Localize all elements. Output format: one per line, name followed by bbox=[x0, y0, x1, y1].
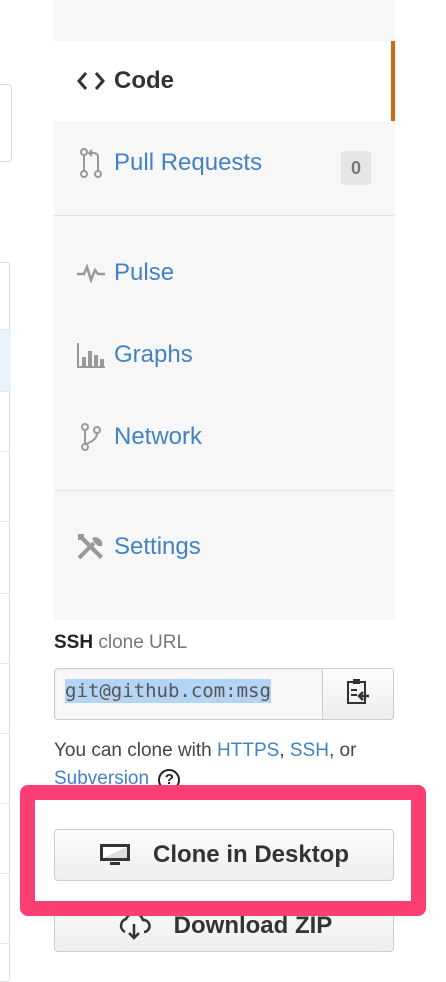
clone-url-title: SSH clone URL bbox=[54, 632, 187, 654]
sidebar-item-label: Code bbox=[114, 67, 174, 94]
list-row bbox=[0, 943, 11, 944]
sidebar-item-pull-requests[interactable]: Pull Requests 0 bbox=[54, 123, 395, 203]
main-content-edge bbox=[0, 0, 14, 982]
clone-protocol: SSH bbox=[54, 632, 94, 653]
repo-sidebar-nav: Code Pull Requests 0 Pulse Graphs Networ… bbox=[54, 0, 395, 620]
sidebar-item-label: Settings bbox=[114, 533, 201, 560]
clone-in-desktop-button[interactable]: Clone in Desktop bbox=[54, 829, 394, 881]
sidebar-item-graphs[interactable]: Graphs bbox=[54, 315, 395, 395]
list-row bbox=[0, 329, 11, 391]
list-row bbox=[0, 521, 11, 522]
sidebar-item-network[interactable]: Network bbox=[54, 397, 395, 477]
sidebar-divider bbox=[54, 215, 395, 216]
clipboard-icon bbox=[345, 678, 371, 711]
code-icon bbox=[76, 66, 106, 96]
tools-icon bbox=[76, 532, 106, 562]
clone-url-value: git@github.com:msg bbox=[65, 679, 271, 703]
pull-request-counter: 0 bbox=[341, 151, 371, 185]
repo-description-box bbox=[0, 84, 12, 162]
list-row bbox=[0, 391, 11, 392]
sidebar-item-label: Pulse bbox=[114, 259, 175, 286]
list-row bbox=[0, 451, 11, 452]
clone-url-title-suffix: clone URL bbox=[98, 632, 188, 653]
sidebar-divider bbox=[54, 490, 395, 491]
clone-help-prefix: You can clone with bbox=[54, 740, 212, 761]
list-row bbox=[0, 593, 11, 594]
sidebar-item-label: Pull Requests bbox=[114, 149, 263, 176]
clone-https-link[interactable]: HTTPS bbox=[217, 740, 279, 761]
clone-url-box: git@github.com:msg bbox=[54, 668, 394, 720]
copy-to-clipboard-button[interactable] bbox=[322, 668, 394, 720]
clone-url-input[interactable]: git@github.com:msg bbox=[54, 668, 324, 720]
cloud-download-icon bbox=[116, 912, 152, 940]
download-zip-label: Download ZIP bbox=[173, 912, 333, 939]
desktop-monitor-icon bbox=[99, 843, 131, 867]
file-list-edge bbox=[0, 262, 11, 982]
clone-in-desktop-label: Clone in Desktop bbox=[152, 841, 350, 868]
sidebar-item-settings[interactable]: Settings bbox=[54, 507, 395, 587]
sidebar-item-label: Network bbox=[114, 423, 203, 450]
clone-ssh-link[interactable]: SSH bbox=[290, 740, 329, 761]
list-row bbox=[0, 873, 11, 874]
sidebar-top bbox=[54, 0, 395, 46]
sidebar-item-code[interactable]: Code bbox=[54, 41, 395, 121]
graph-icon bbox=[76, 340, 106, 370]
network-icon bbox=[76, 422, 106, 452]
separator: , or bbox=[328, 740, 357, 761]
separator: , bbox=[279, 740, 285, 761]
pull-request-icon bbox=[76, 148, 106, 178]
list-row bbox=[0, 733, 11, 734]
list-row bbox=[0, 803, 11, 804]
sidebar-item-pulse[interactable]: Pulse bbox=[54, 233, 395, 313]
list-row bbox=[0, 663, 11, 664]
sidebar-item-label: Graphs bbox=[114, 341, 193, 368]
pulse-icon bbox=[76, 258, 106, 288]
